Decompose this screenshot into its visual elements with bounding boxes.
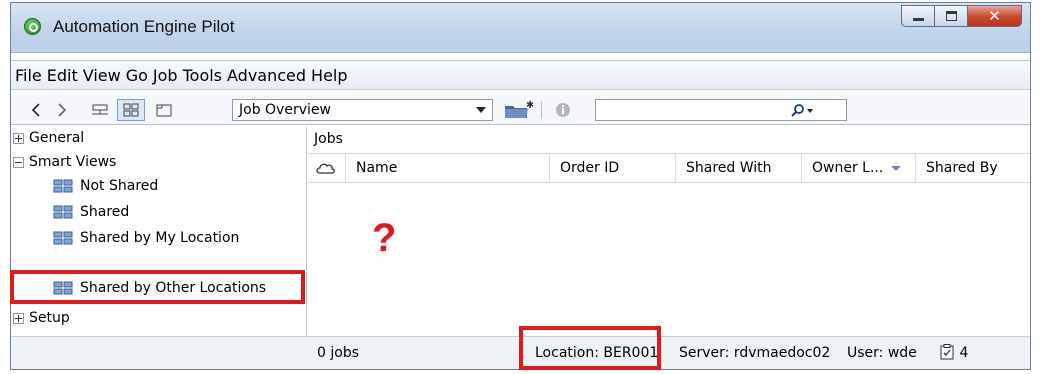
search-options-button[interactable] xyxy=(788,103,818,119)
menu-edit[interactable]: Edit xyxy=(47,66,78,85)
server-status: Server: rdvmaedoc02 xyxy=(679,345,831,361)
tree-item-general[interactable]: General xyxy=(13,127,84,149)
window-title: Automation Engine Pilot xyxy=(53,17,235,36)
tree-item-shared[interactable]: Shared xyxy=(53,201,129,223)
menu-view[interactable]: View xyxy=(83,66,121,85)
menu-tools[interactable]: Tools xyxy=(183,66,222,85)
new-folder-button[interactable]: ✱ xyxy=(501,99,535,121)
chevron-right-icon xyxy=(58,103,67,117)
panel-icon xyxy=(156,104,172,117)
menu-advanced[interactable]: Advanced xyxy=(227,66,306,85)
user-status: User: wde xyxy=(847,345,917,361)
column-shared-by[interactable]: Shared By xyxy=(916,154,1030,182)
menu-file[interactable]: File xyxy=(15,66,42,85)
cloud-icon xyxy=(316,163,335,174)
menu-go[interactable]: Go xyxy=(126,66,148,85)
close-button[interactable]: ✕ xyxy=(967,5,1022,27)
app-logo-icon xyxy=(24,18,41,35)
server-view-button[interactable] xyxy=(87,99,113,121)
folder-star-icon: ✱ xyxy=(505,100,533,118)
minimize-button[interactable] xyxy=(901,5,934,27)
jobs-table-header: Name Order ID Shared With Owner L... Sha… xyxy=(308,153,1030,183)
tree-item-label: Setup xyxy=(29,310,70,326)
task-list-icon xyxy=(940,344,954,360)
jobs-count: 0 jobs xyxy=(317,345,359,361)
minimize-icon xyxy=(913,18,924,21)
chevron-left-icon xyxy=(31,103,40,117)
server-icon xyxy=(92,104,108,115)
maximize-button[interactable] xyxy=(934,5,967,27)
toolbar-separator xyxy=(541,101,542,119)
maximize-icon xyxy=(946,11,957,21)
sort-descending-icon xyxy=(891,165,902,171)
jobs-list[interactable]: ? xyxy=(308,184,1030,336)
column-name[interactable]: Name xyxy=(346,154,550,182)
column-label: Owner L... xyxy=(812,160,884,176)
highlight-box-location xyxy=(519,326,661,370)
jobs-panel-title: Jobs xyxy=(308,127,1030,153)
grid-view-icon xyxy=(123,103,139,117)
highlight-box-tree-item xyxy=(10,270,305,304)
navigation-tree: General Smart Views Not Shared Shared Sh… xyxy=(11,127,307,336)
menu-job[interactable]: Job xyxy=(153,66,178,85)
expand-icon[interactable] xyxy=(13,312,24,324)
app-window: Automation Engine Pilot ✕ File Edit View… xyxy=(10,2,1031,370)
view-select-value: Job Overview xyxy=(239,102,331,118)
tree-item-label: Shared by My Location xyxy=(80,230,240,246)
search-icon xyxy=(791,104,813,117)
info-icon xyxy=(556,103,570,117)
menu-bar: File Edit View Go Job Tools Advanced Hel… xyxy=(11,60,1030,90)
info-button[interactable] xyxy=(551,99,575,121)
tree-item-label: Smart Views xyxy=(29,154,117,170)
tasks-indicator[interactable]: 4 xyxy=(939,344,968,361)
tree-item-shared-by-my-location[interactable]: Shared by My Location xyxy=(53,227,239,249)
view-select[interactable]: Job Overview xyxy=(232,99,493,121)
tree-item-label: General xyxy=(29,130,85,146)
window-controls: ✕ xyxy=(901,5,1022,27)
column-shared-with[interactable]: Shared With xyxy=(676,154,802,182)
tree-item-setup[interactable]: Setup xyxy=(13,307,70,329)
column-order-id[interactable]: Order ID xyxy=(550,154,676,182)
smart-view-icon xyxy=(53,231,73,245)
panel-view-button[interactable] xyxy=(151,99,177,121)
search-input[interactable] xyxy=(600,100,785,120)
column-owner-location[interactable]: Owner L... xyxy=(802,154,916,182)
close-icon: ✕ xyxy=(988,7,1001,25)
tasks-count: 4 xyxy=(959,345,969,361)
collapse-icon[interactable] xyxy=(13,156,24,168)
toolbar: Job Overview ✱ xyxy=(11,95,1030,125)
tree-item-not-shared[interactable]: Not Shared xyxy=(53,175,158,197)
grid-view-button[interactable] xyxy=(117,99,145,121)
title-bar[interactable]: Automation Engine Pilot ✕ xyxy=(11,3,1030,53)
column-cloud[interactable] xyxy=(308,154,346,182)
expand-icon[interactable] xyxy=(13,132,24,144)
search-field[interactable] xyxy=(595,99,847,121)
smart-view-icon xyxy=(53,205,73,219)
back-button[interactable] xyxy=(25,99,47,121)
tree-item-label: Shared xyxy=(80,204,130,220)
menu-help[interactable]: Help xyxy=(311,66,347,85)
chevron-down-icon xyxy=(476,107,486,113)
svg-text:✱: ✱ xyxy=(526,100,533,111)
question-mark-annotation: ? xyxy=(372,216,397,260)
forward-button[interactable] xyxy=(51,99,73,121)
tree-item-label: Not Shared xyxy=(80,178,159,194)
smart-view-icon xyxy=(53,179,73,193)
tree-item-smart-views[interactable]: Smart Views xyxy=(13,151,116,173)
